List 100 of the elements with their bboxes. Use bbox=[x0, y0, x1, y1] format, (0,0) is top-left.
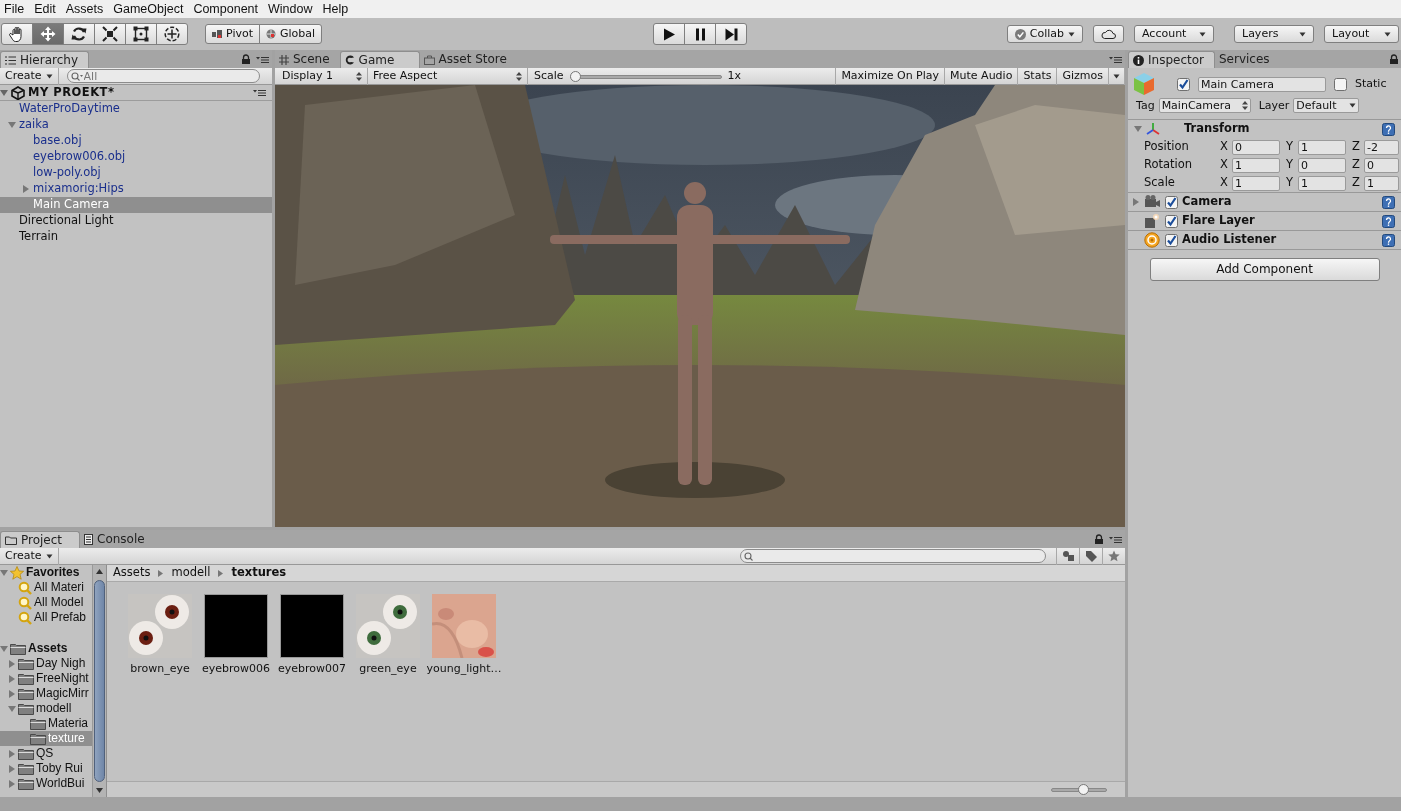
checkbox[interactable] bbox=[1165, 195, 1178, 209]
expand-arrow-icon[interactable] bbox=[8, 764, 16, 773]
scroll-up-icon[interactable] bbox=[96, 569, 103, 574]
layers-dropdown[interactable]: Layers bbox=[1234, 25, 1314, 43]
breadcrumb-link[interactable]: textures bbox=[231, 566, 287, 580]
panel-menu-icon[interactable] bbox=[1109, 56, 1122, 64]
expand-arrow-icon[interactable] bbox=[8, 704, 16, 713]
tree-item[interactable]: MagicMirr bbox=[0, 686, 92, 701]
asset-name[interactable]: brown_eye bbox=[130, 662, 190, 676]
hierarchy-item[interactable]: WaterProDaytime bbox=[0, 101, 272, 117]
hierarchy-item[interactable]: Directional Light bbox=[0, 213, 272, 229]
number-field[interactable]: 1 bbox=[1364, 175, 1399, 191]
expand-arrow-icon[interactable] bbox=[8, 749, 16, 758]
scroll-down-icon[interactable] bbox=[96, 788, 103, 793]
search-field[interactable]: All bbox=[66, 69, 260, 83]
lock-icon[interactable] bbox=[242, 54, 250, 64]
tool-button[interactable] bbox=[156, 23, 188, 45]
lock-icon[interactable] bbox=[1095, 534, 1103, 544]
tree-item[interactable]: All Materi bbox=[0, 580, 92, 595]
hierarchy-item[interactable]: Terrain bbox=[0, 229, 272, 245]
tree-item[interactable]: Materia bbox=[0, 716, 92, 731]
number-field[interactable]: 1 bbox=[1298, 139, 1346, 155]
tab[interactable]: Console bbox=[80, 531, 155, 548]
gizmos-menu-button[interactable] bbox=[1108, 67, 1125, 85]
hierarchy-item[interactable]: mixamorig:Hips bbox=[0, 181, 272, 197]
account-dropdown[interactable]: Account bbox=[1134, 25, 1214, 43]
tab[interactable]: Game bbox=[339, 51, 420, 68]
slider-thumb[interactable] bbox=[1078, 784, 1089, 795]
tree-item[interactable]: QS bbox=[0, 746, 92, 761]
number-field[interactable]: 0 bbox=[1364, 157, 1399, 173]
menu-item[interactable]: File bbox=[0, 0, 31, 18]
tree-item[interactable]: WorldBui bbox=[0, 776, 92, 791]
scrollbar-thumb[interactable] bbox=[94, 580, 105, 782]
menu-item[interactable]: Window bbox=[264, 0, 319, 18]
expand-arrow-icon[interactable] bbox=[8, 779, 16, 788]
size-slider[interactable] bbox=[1051, 784, 1107, 795]
tab[interactable]: Asset Store bbox=[419, 51, 517, 68]
toggle-button[interactable]: Maximize On Play bbox=[835, 67, 945, 85]
tree-item[interactable]: All Model bbox=[0, 595, 92, 610]
name-field[interactable]: Main Camera bbox=[1198, 76, 1326, 92]
tree-item[interactable]: modell bbox=[0, 701, 92, 716]
search-field[interactable] bbox=[740, 549, 1046, 563]
expand-arrow-icon[interactable] bbox=[8, 689, 16, 698]
texture-thumbnail[interactable] bbox=[204, 594, 268, 658]
create-dropdown[interactable]: Create bbox=[0, 547, 59, 565]
display-dropdown[interactable]: Display 1 bbox=[277, 67, 368, 85]
expand-arrow-icon[interactable] bbox=[8, 121, 16, 129]
tab[interactable]: Project bbox=[0, 531, 80, 548]
hierarchy-item[interactable]: low-poly.obj bbox=[0, 165, 272, 181]
number-field[interactable]: 1 bbox=[1298, 175, 1346, 191]
checkbox[interactable] bbox=[1177, 77, 1190, 91]
menu-item[interactable]: Edit bbox=[30, 0, 62, 18]
tree-item[interactable]: Day Nigh bbox=[0, 656, 92, 671]
layout-dropdown[interactable]: Layout bbox=[1324, 25, 1399, 43]
playback-button[interactable] bbox=[715, 23, 747, 45]
expand-arrow-icon[interactable] bbox=[0, 568, 8, 577]
hierarchy-item[interactable]: base.obj bbox=[0, 133, 272, 149]
tool-button[interactable] bbox=[125, 23, 157, 45]
texture-thumbnail[interactable] bbox=[280, 594, 344, 658]
tool-button[interactable] bbox=[94, 23, 126, 45]
aspect-dropdown[interactable]: Free Aspect bbox=[368, 67, 528, 85]
checkbox[interactable] bbox=[1165, 214, 1178, 228]
scale-slider[interactable] bbox=[569, 70, 722, 82]
lock-icon[interactable] bbox=[1390, 54, 1398, 64]
expand-arrow-icon[interactable] bbox=[1132, 198, 1140, 206]
asset-name[interactable]: eyebrow007 bbox=[278, 662, 346, 676]
cloud-button[interactable] bbox=[1093, 25, 1124, 43]
hierarchy-item[interactable]: zaika bbox=[0, 117, 272, 133]
slider-thumb[interactable] bbox=[569, 70, 581, 82]
tab[interactable]: Scene bbox=[275, 51, 340, 68]
breadcrumb-link[interactable]: Assets bbox=[113, 566, 151, 580]
expand-arrow-icon[interactable] bbox=[22, 185, 30, 193]
menu-item[interactable]: Component bbox=[189, 0, 264, 18]
toggle-button[interactable]: Global bbox=[259, 24, 323, 44]
toggle-button[interactable]: Stats bbox=[1017, 67, 1057, 85]
toggle-button[interactable]: Pivot bbox=[205, 24, 260, 44]
hierarchy-item[interactable]: eyebrow006.obj bbox=[0, 149, 272, 165]
expand-arrow-icon[interactable] bbox=[8, 659, 16, 668]
layer-dropdown[interactable]: Default bbox=[1293, 98, 1360, 113]
expand-arrow-icon[interactable] bbox=[0, 88, 8, 97]
number-field[interactable]: 0 bbox=[1298, 157, 1346, 173]
panel-menu-icon[interactable] bbox=[256, 56, 269, 64]
tab[interactable]: Inspector bbox=[1128, 51, 1215, 68]
number-field[interactable]: -2 bbox=[1364, 139, 1399, 155]
expand-arrow-icon[interactable] bbox=[1134, 125, 1142, 133]
breadcrumb-link[interactable]: modell bbox=[171, 566, 211, 580]
checkbox[interactable] bbox=[1334, 77, 1347, 91]
tool-button[interactable] bbox=[63, 23, 95, 45]
asset-name[interactable]: young_light… bbox=[426, 662, 502, 676]
tab[interactable]: Services bbox=[1215, 51, 1280, 68]
panel-menu-icon[interactable] bbox=[1109, 536, 1122, 544]
tab[interactable]: Hierarchy bbox=[0, 51, 89, 68]
toggle-button[interactable]: Gizmos bbox=[1056, 67, 1108, 85]
menu-item[interactable]: Help bbox=[318, 0, 355, 18]
tree-item[interactable]: Favorites bbox=[0, 565, 92, 580]
asset-name[interactable]: green_eye bbox=[359, 662, 417, 676]
number-field[interactable]: 1 bbox=[1232, 175, 1280, 191]
menu-item[interactable]: GameObject bbox=[109, 0, 190, 18]
tag-dropdown[interactable]: MainCamera bbox=[1158, 98, 1251, 113]
panel-menu-icon[interactable] bbox=[253, 88, 266, 97]
